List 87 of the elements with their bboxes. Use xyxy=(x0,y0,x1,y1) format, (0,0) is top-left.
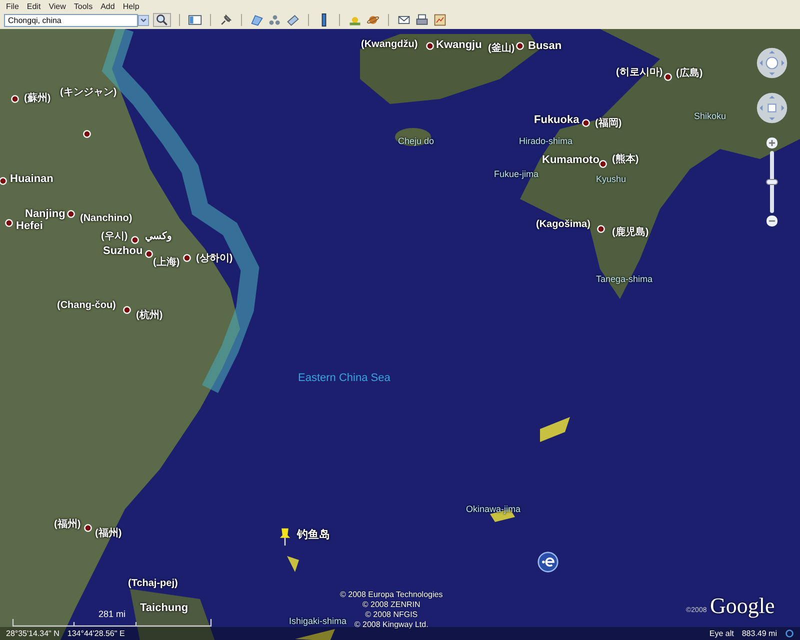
city-marker-icon xyxy=(0,177,7,185)
city-marker-icon xyxy=(84,524,92,532)
map-label: Kumamoto xyxy=(542,154,600,166)
latitude-text: 28°35'14.34" N xyxy=(6,629,60,638)
map-label: Busan xyxy=(528,40,562,52)
overlay-icon[interactable] xyxy=(286,13,300,27)
look-joystick-icon[interactable] xyxy=(755,46,789,80)
map-label: وكسي xyxy=(145,231,172,243)
city-marker-icon xyxy=(516,42,524,50)
copyright-text: © 2008 Kingway Ltd. xyxy=(354,620,428,630)
map-label: (福岡) xyxy=(595,118,622,130)
scale-bar-icon xyxy=(12,619,212,627)
map-label: Shikoku xyxy=(694,110,726,122)
map-label: (広島) xyxy=(676,68,703,80)
map-label: Kwangju xyxy=(436,39,482,51)
map-label: Nanjing xyxy=(25,208,66,220)
map-label: Kyushu xyxy=(596,173,626,185)
map-label: (Chang-čou) xyxy=(57,300,116,312)
city-marker-icon xyxy=(83,130,91,138)
city-marker-icon xyxy=(426,42,434,50)
map-label: Cheju do xyxy=(398,135,434,147)
map-label: (釜山) xyxy=(488,43,515,55)
map-label: (蘇州) xyxy=(24,93,51,105)
menu-item[interactable]: Edit xyxy=(24,2,47,10)
logo-text: Google xyxy=(710,593,775,619)
map-label: (Nanchino) xyxy=(80,213,132,225)
map-label: (福州) xyxy=(95,528,122,540)
menu-item[interactable]: Tools xyxy=(72,2,99,10)
city-marker-icon xyxy=(145,250,153,258)
planet-icon[interactable] xyxy=(366,13,380,27)
map-label: 钓鱼岛 xyxy=(297,529,330,541)
map-label: Okinawa-jima xyxy=(466,503,521,515)
polygon-icon[interactable] xyxy=(250,13,264,27)
copyright-text: © 2008 Europa Technologies xyxy=(340,590,443,600)
menu-item[interactable]: Help xyxy=(120,2,146,10)
email-icon[interactable] xyxy=(397,13,411,27)
path-icon[interactable] xyxy=(268,13,282,27)
print-icon[interactable] xyxy=(415,13,429,27)
sea-label: Eastern China Sea xyxy=(298,372,390,384)
scale-label: 281 mi xyxy=(98,609,126,619)
city-marker-icon xyxy=(5,219,13,227)
streaming-icon xyxy=(785,629,794,638)
menu-item[interactable]: Add xyxy=(98,2,121,10)
zoom-thumb[interactable] xyxy=(766,179,778,185)
zoom-slider[interactable] xyxy=(765,137,779,227)
map-label: (杭州) xyxy=(136,310,163,322)
map-label: (熊本) xyxy=(612,154,639,166)
map-label: (Tchaj-pej) xyxy=(128,578,178,590)
map-label: Fukue-jima xyxy=(494,168,539,180)
map-label: Huainan xyxy=(10,173,54,185)
map-label: Taichung xyxy=(140,602,188,614)
map-label: (福州) xyxy=(54,519,81,531)
eye-alt-label: Eye alt xyxy=(709,629,734,638)
map-label: Hefei xyxy=(16,220,43,232)
map-label: Fukuoka xyxy=(534,114,580,126)
city-marker-icon xyxy=(11,95,19,103)
longitude-text: 134°44'28.56" E xyxy=(67,629,125,638)
city-marker-icon xyxy=(67,210,75,218)
map-label: (Kagošima) xyxy=(536,219,590,231)
map-label: Ishigaki-shima xyxy=(289,615,347,627)
copyright-text: © 2008 ZENRIN xyxy=(362,600,420,610)
city-marker-icon xyxy=(582,119,590,127)
map-label: (우시) xyxy=(101,231,128,243)
city-marker-icon xyxy=(123,306,131,314)
map-label: (上海) xyxy=(153,257,180,269)
city-marker-icon xyxy=(664,73,672,81)
search-button[interactable] xyxy=(153,13,171,27)
map-label: Suzhou xyxy=(103,245,143,257)
map-label: (히로시마) xyxy=(616,67,663,79)
map-label: (상하이) xyxy=(196,253,233,265)
map-label: (鹿児島) xyxy=(612,227,649,239)
map-label: (キンジャン) xyxy=(60,87,117,99)
sidebar-icon[interactable] xyxy=(188,13,202,27)
copyright-text: © 2008 NFGIS xyxy=(365,610,418,620)
map-label: (Kwangdžu) xyxy=(361,39,418,51)
city-marker-icon xyxy=(597,225,605,233)
map-label: Tanega-shima xyxy=(596,273,653,285)
move-joystick-icon[interactable] xyxy=(755,91,789,125)
city-marker-icon xyxy=(131,236,139,244)
city-marker-icon xyxy=(183,254,191,262)
menu-item[interactable]: File xyxy=(4,2,25,10)
map-label: Hirado-shima xyxy=(519,135,573,147)
eye-alt-value: 883.49 mi xyxy=(742,629,777,638)
menu-item[interactable]: View xyxy=(46,2,72,10)
search-field[interactable]: Chongqi, china xyxy=(4,14,138,26)
map-view-icon[interactable] xyxy=(433,13,447,27)
city-marker-icon xyxy=(599,160,607,168)
